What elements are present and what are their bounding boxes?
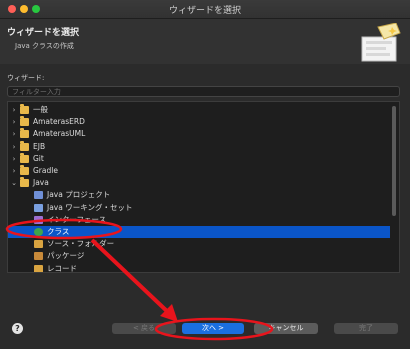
tree-item-label: Java プロジェクト bbox=[47, 190, 111, 200]
wizard-banner-icon bbox=[361, 23, 401, 62]
tree-scrollbar[interactable] bbox=[392, 106, 396, 216]
tree-item-label: ソース・フォルダー bbox=[47, 239, 115, 249]
tree-item-label: 一般 bbox=[33, 105, 48, 114]
tree-item-row[interactable]: クラス bbox=[8, 226, 390, 238]
folder-icon bbox=[20, 177, 29, 188]
folder-icon bbox=[20, 104, 29, 114]
folder-icon bbox=[20, 116, 29, 127]
tree-item-label: Java ワーキング・セット bbox=[47, 202, 133, 212]
tree-item-label: AmaterasUML bbox=[33, 129, 86, 139]
chevron-right-icon[interactable]: › bbox=[11, 165, 17, 177]
package-icon bbox=[34, 252, 43, 261]
header-description: Java クラスの作成 bbox=[15, 42, 74, 50]
class-icon bbox=[34, 228, 43, 236]
folder-icon bbox=[20, 152, 29, 163]
interface-icon bbox=[34, 215, 43, 224]
filter-input[interactable]: フィルター入力 bbox=[7, 86, 400, 97]
header-title: ウィザードを選択 bbox=[7, 28, 80, 38]
finish-button[interactable]: 完了 bbox=[334, 323, 398, 334]
chevron-right-icon[interactable]: › bbox=[11, 104, 17, 116]
tree-item-label: レコード bbox=[47, 263, 77, 273]
java-project-icon bbox=[34, 191, 43, 200]
chevron-down-icon[interactable]: ⌄ bbox=[11, 177, 17, 189]
chevron-right-icon[interactable]: › bbox=[11, 153, 17, 165]
cancel-button[interactable]: キャンセル bbox=[254, 323, 318, 334]
wizard-header: ウィザードを選択 Java クラスの作成 bbox=[0, 19, 410, 64]
chevron-right-icon[interactable]: › bbox=[11, 128, 17, 140]
window-title: ウィザードを選択 bbox=[168, 6, 241, 16]
help-button[interactable]: ? bbox=[12, 323, 23, 334]
title-bar: ウィザードを選択 bbox=[0, 0, 410, 19]
tree-item-label: パッケージ bbox=[47, 251, 85, 261]
folder-icon bbox=[20, 128, 29, 139]
tree-item-label: クラス bbox=[47, 227, 70, 236]
wizards-label: ウィザード: bbox=[7, 74, 45, 82]
folder-icon bbox=[20, 165, 29, 175]
wizard-tree[interactable]: › 一般 › AmaterasERD › AmaterasUML › EJB › Git › Grad… bbox=[7, 101, 400, 273]
tree-item-label: Git bbox=[33, 153, 44, 163]
source-folder-icon bbox=[34, 240, 43, 249]
record-icon bbox=[34, 264, 43, 272]
tree-item-label: EJB bbox=[33, 141, 46, 151]
folder-icon bbox=[20, 140, 29, 151]
working-set-icon bbox=[34, 203, 43, 212]
chevron-right-icon[interactable]: › bbox=[11, 116, 17, 128]
tree-item-label: Java bbox=[33, 178, 49, 188]
tree-item-label: インターフェース bbox=[47, 214, 107, 224]
back-button[interactable]: < 戻る bbox=[112, 323, 176, 334]
tree-item-label: Gradle bbox=[33, 166, 58, 175]
next-button[interactable]: 次へ > bbox=[182, 323, 244, 334]
chevron-right-icon[interactable]: › bbox=[11, 141, 17, 153]
tree-item-label: AmaterasERD bbox=[33, 117, 85, 127]
